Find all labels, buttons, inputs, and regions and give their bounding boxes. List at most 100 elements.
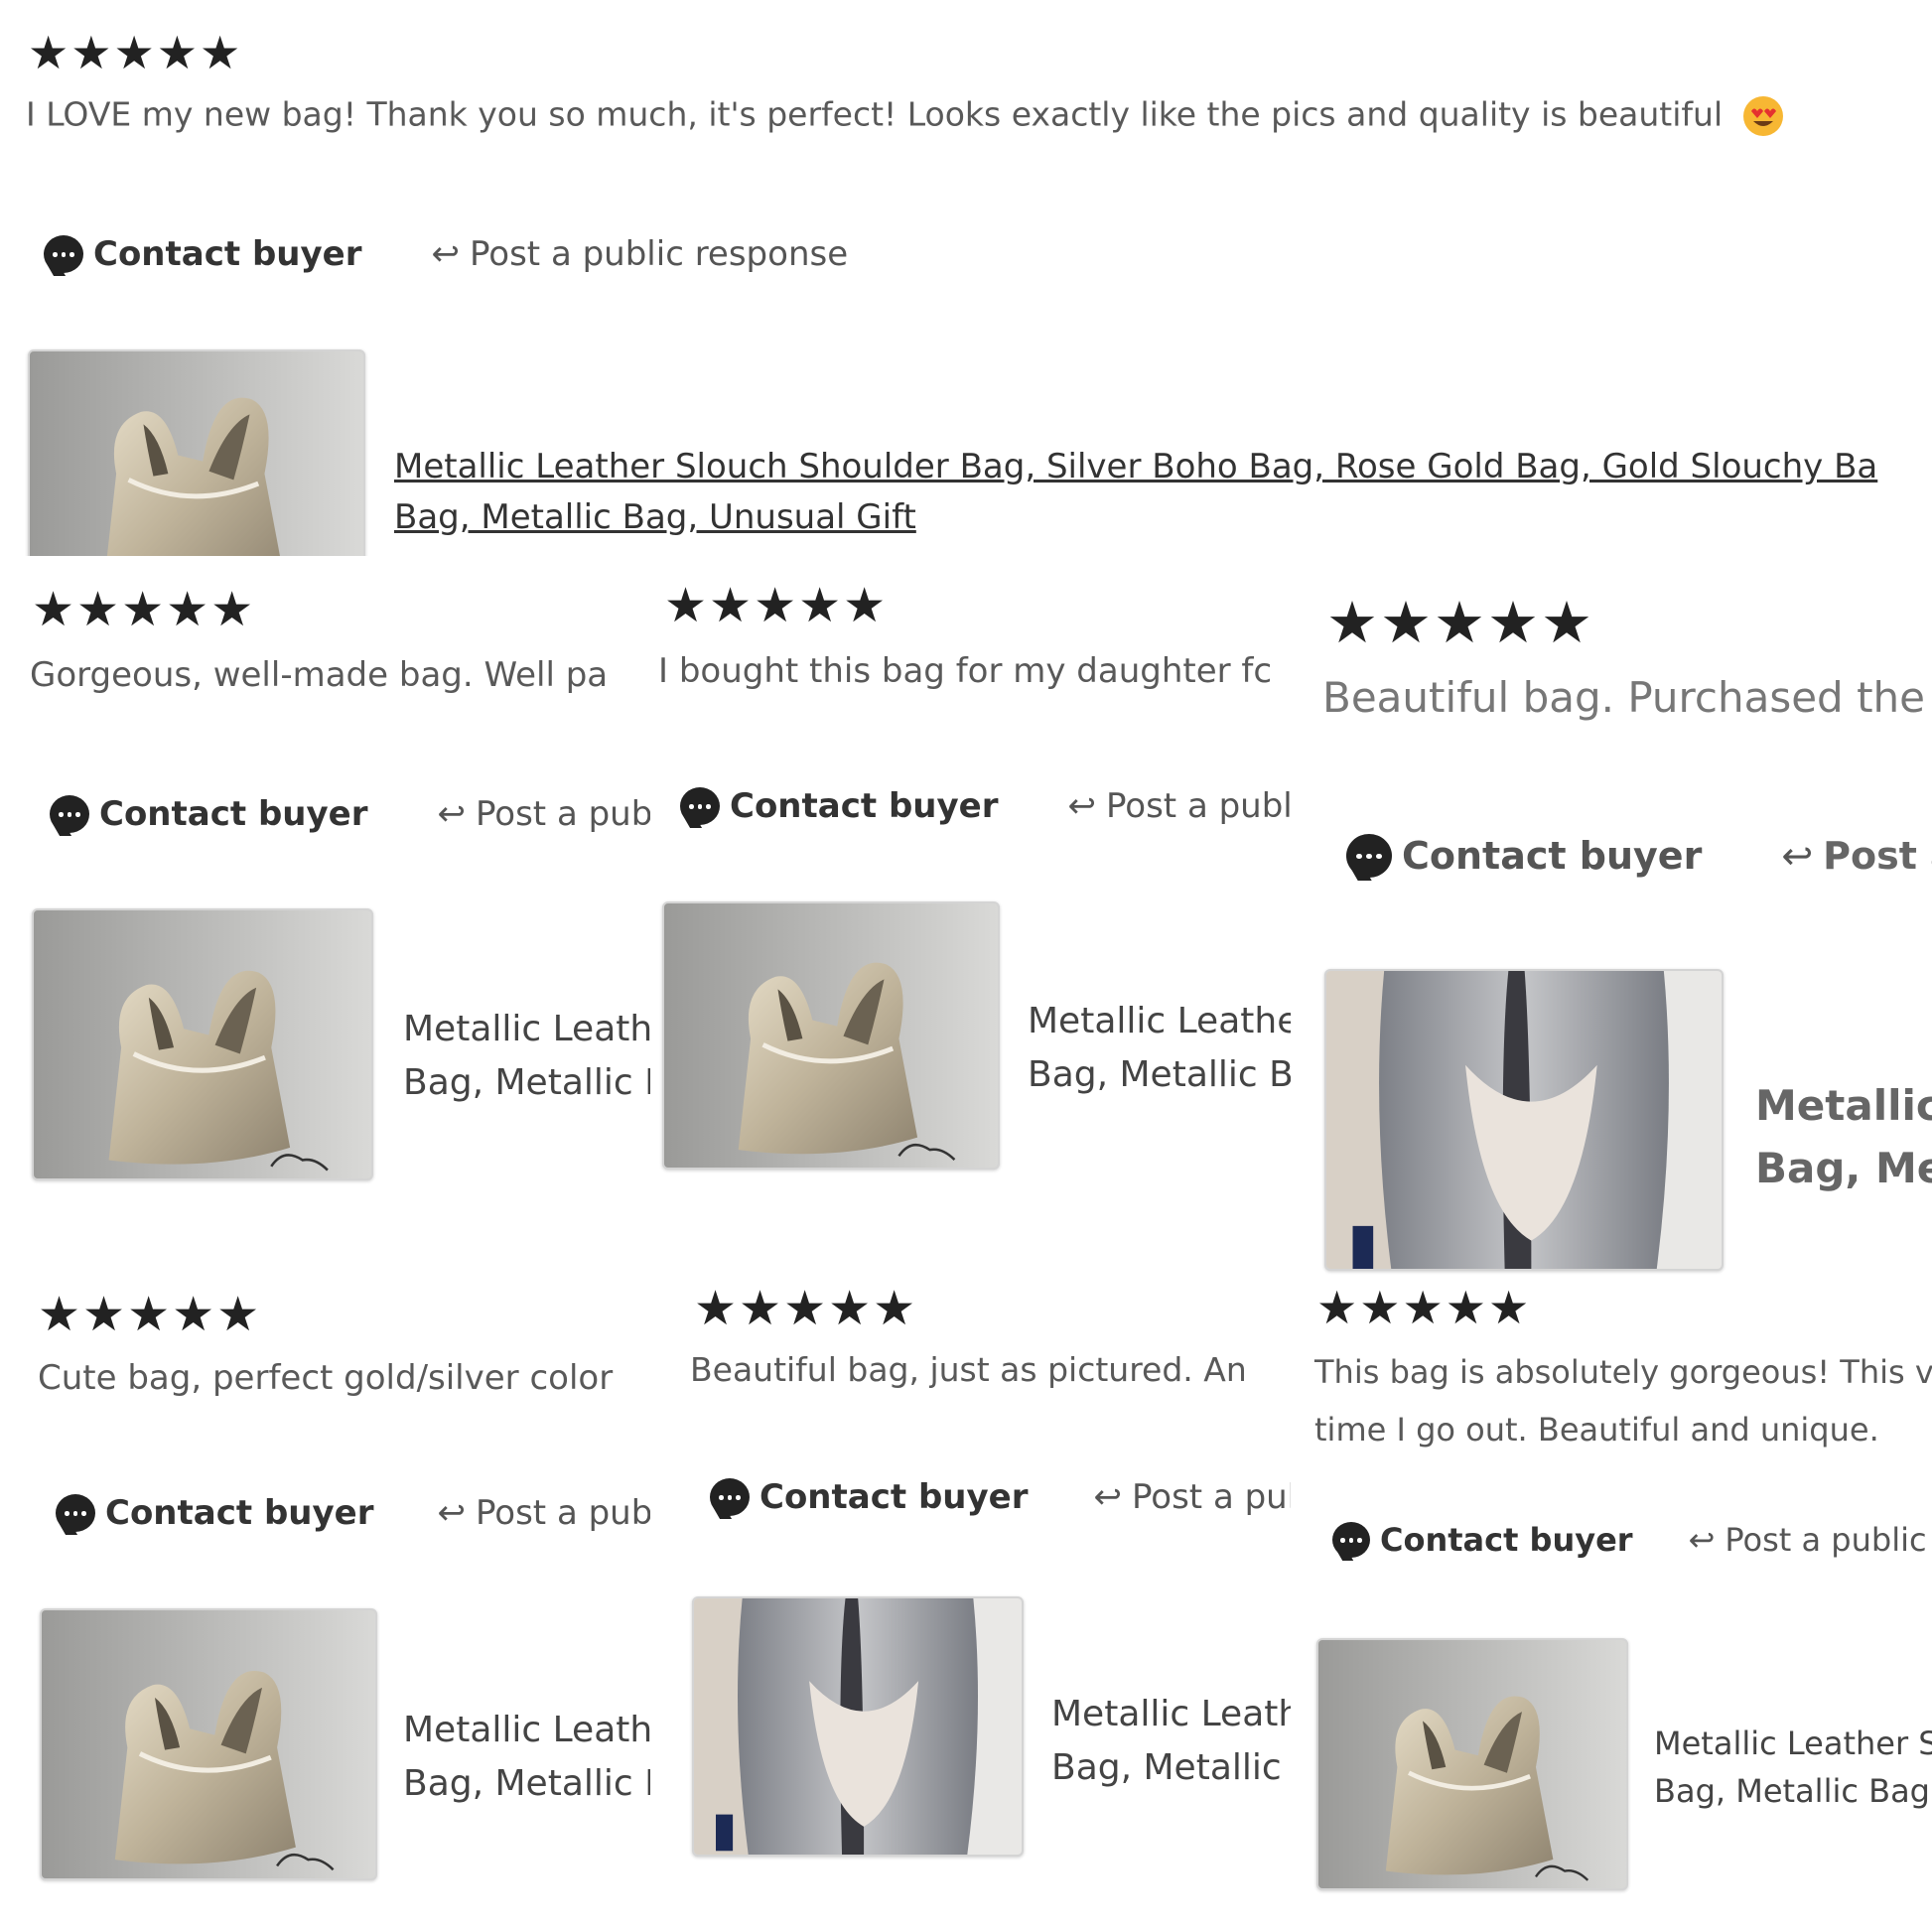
product-title-line: Bag, Metallic I [403,1763,650,1804]
product-thumbnail[interactable] [28,349,365,556]
product-title-line: Metallic Leather S [1654,1725,1932,1762]
chat-bubble-icon [50,795,89,833]
chat-bubble-icon [56,1494,95,1532]
review-card: ★★★★★ Gorgeous, well-made bag. Well pa C… [0,556,650,1281]
chat-bubble-icon [1332,1522,1370,1558]
post-public-response-label: Post a publi [476,1493,650,1533]
contact-buyer-label: Contact buyer [730,786,999,826]
chat-bubble-icon [1346,834,1392,878]
review-text: I bought this bag for my daughter fc [658,651,1273,691]
star-rating: ★★★★★ [1326,589,1594,656]
contact-buyer-label: Contact buyer [93,234,362,274]
product-title-link[interactable]: Metallic Leather Slouch Shoulder Bag, Si… [394,442,1877,543]
post-public-response-label: Post a publi [476,794,650,834]
review-text: Beautiful bag. Purchased the [1322,673,1925,722]
reply-arrow-icon: ↩ [437,1493,467,1533]
post-public-response-button[interactable]: ↩ Post a public re [1689,1521,1932,1559]
post-public-response-button[interactable]: ↩ Post a publi [438,1493,651,1533]
product-thumbnail[interactable] [662,901,1000,1170]
contact-buyer-button[interactable]: Contact buyer [1346,834,1702,878]
star-rating: ★★★★★ [32,582,256,637]
product-title-line: Metallic Leather Slouch Shoulder Bag, Si… [394,447,1878,486]
chat-bubble-icon [710,1478,750,1516]
product-title-line: Bag, Metallic Bag, Unusual Gift [394,497,916,537]
post-public-response-button[interactable]: ↩ Post a [1781,834,1932,878]
product-thumbnail[interactable] [32,908,373,1180]
product-title-link[interactable]: Metallic Leath Bag, Metallic I [1051,1688,1291,1795]
reply-arrow-icon: ↩ [431,234,461,274]
product-title-line: Metallic [1755,1081,1932,1130]
post-public-response-label: Post a public re [1725,1521,1932,1559]
review-text: Gorgeous, well-made bag. Well pa [30,655,609,695]
post-public-response-button[interactable]: ↩ Post a publi [438,794,651,834]
review-card: ★★★★★ Beautiful bag, just as pictured. A… [650,1281,1291,1932]
star-rating: ★★★★★ [38,1287,262,1342]
review-actions: Contact buyer ↩ Post a publi [710,1477,1291,1517]
review-text: This bag is absolutely gorgeous! This v … [1314,1344,1932,1458]
review-actions: Contact buyer ↩ Post a public response [44,234,848,274]
reply-arrow-icon: ↩ [437,794,467,834]
contact-buyer-button[interactable]: Contact buyer [1332,1521,1633,1559]
review-card: ★★★★★ Cute bag, perfect gold/silver colo… [0,1281,650,1932]
heart-eyes-emoji-icon [1742,96,1783,136]
review-actions: Contact buyer ↩ Post a publi [56,1493,650,1533]
review-text-line: This bag is absolutely gorgeous! This v [1314,1353,1932,1391]
review-text: Cute bag, perfect gold/silver color [38,1358,614,1398]
contact-buyer-button[interactable]: Contact buyer [50,794,368,834]
product-thumbnail[interactable] [1316,1638,1628,1890]
reply-arrow-icon: ↩ [1093,1477,1123,1517]
post-public-response-button[interactable]: ↩ Post a publi [1094,1477,1292,1517]
product-title-line: Metallic Leath [403,1710,650,1750]
review-actions: Contact buyer ↩ Post a public re [1332,1521,1932,1559]
review-text-body: I LOVE my new bag! Thank you so much, it… [26,94,1724,134]
product-thumbnail[interactable] [1324,969,1724,1271]
chat-bubble-icon [44,235,83,273]
product-title-line: Metallic Leath [403,1009,650,1049]
review-card: ★★★★★ I bought this bag for my daughter … [650,556,1291,1281]
star-rating: ★★★★★ [1316,1281,1532,1334]
reply-arrow-icon: ↩ [1067,786,1097,826]
contact-buyer-button[interactable]: Contact buyer [44,234,362,274]
post-public-response-label: Post a publi [1132,1477,1291,1517]
product-thumbnail[interactable] [40,1608,377,1880]
review-card: ★★★★★ I LOVE my new bag! Thank you so mu… [0,0,1932,556]
contact-buyer-button[interactable]: Contact buyer [680,786,999,826]
contact-buyer-button[interactable]: Contact buyer [56,1493,374,1533]
product-title-line: Metallic Leath [1051,1694,1291,1734]
product-title-line: Bag, Metallic I [403,1062,650,1103]
chat-bubble-icon [680,787,720,825]
star-rating: ★★★★★ [664,578,889,633]
star-rating: ★★★★★ [28,26,243,79]
product-title-link[interactable]: Metallic Leathe Bag, Metallic B [1028,995,1291,1102]
product-title-link[interactable]: Metallic Bag, Met [1755,1074,1932,1199]
contact-buyer-label: Contact buyer [1380,1521,1633,1559]
review-text: I LOVE my new bag! Thank you so much, it… [26,94,1785,138]
post-public-response-button[interactable]: ↩ Post a public [1068,786,1292,826]
contact-buyer-label: Contact buyer [105,1493,374,1533]
post-public-response-label: Post a public [1106,786,1291,826]
review-text: Beautiful bag, just as pictured. An [690,1350,1247,1389]
product-title-link[interactable]: Metallic Leath Bag, Metallic I [403,1003,650,1110]
review-actions: Contact buyer ↩ Post a publi [50,794,650,834]
product-title-line: Bag, Metallic I [1051,1747,1291,1788]
contact-buyer-label: Contact buyer [99,794,368,834]
review-card: ★★★★★ Beautiful bag. Purchased the Conta… [1291,556,1932,1281]
product-title-line: Bag, Met [1755,1144,1932,1192]
contact-buyer-label: Contact buyer [759,1477,1029,1517]
star-rating: ★★★★★ [694,1281,918,1336]
product-thumbnail[interactable] [692,1596,1024,1857]
contact-buyer-button[interactable]: Contact buyer [710,1477,1029,1517]
contact-buyer-label: Contact buyer [1402,834,1703,878]
post-public-response-label: Post a [1823,834,1932,878]
review-actions: Contact buyer ↩ Post a [1346,834,1932,878]
product-title-link[interactable]: Metallic Leather S Bag, Metallic Bag [1654,1720,1932,1815]
post-public-response-label: Post a public response [470,234,849,274]
product-title-link[interactable]: Metallic Leath Bag, Metallic I [403,1704,650,1811]
product-title-line: Metallic Leathe [1028,1001,1291,1041]
product-title-line: Bag, Metallic B [1028,1054,1291,1095]
review-card: ★★★★★ This bag is absolutely gorgeous! T… [1291,1281,1932,1932]
reply-arrow-icon: ↩ [1688,1521,1716,1559]
product-title-line: Bag, Metallic Bag [1654,1772,1930,1810]
reply-arrow-icon: ↩ [1781,834,1814,878]
post-public-response-button[interactable]: ↩ Post a public response [432,234,849,274]
